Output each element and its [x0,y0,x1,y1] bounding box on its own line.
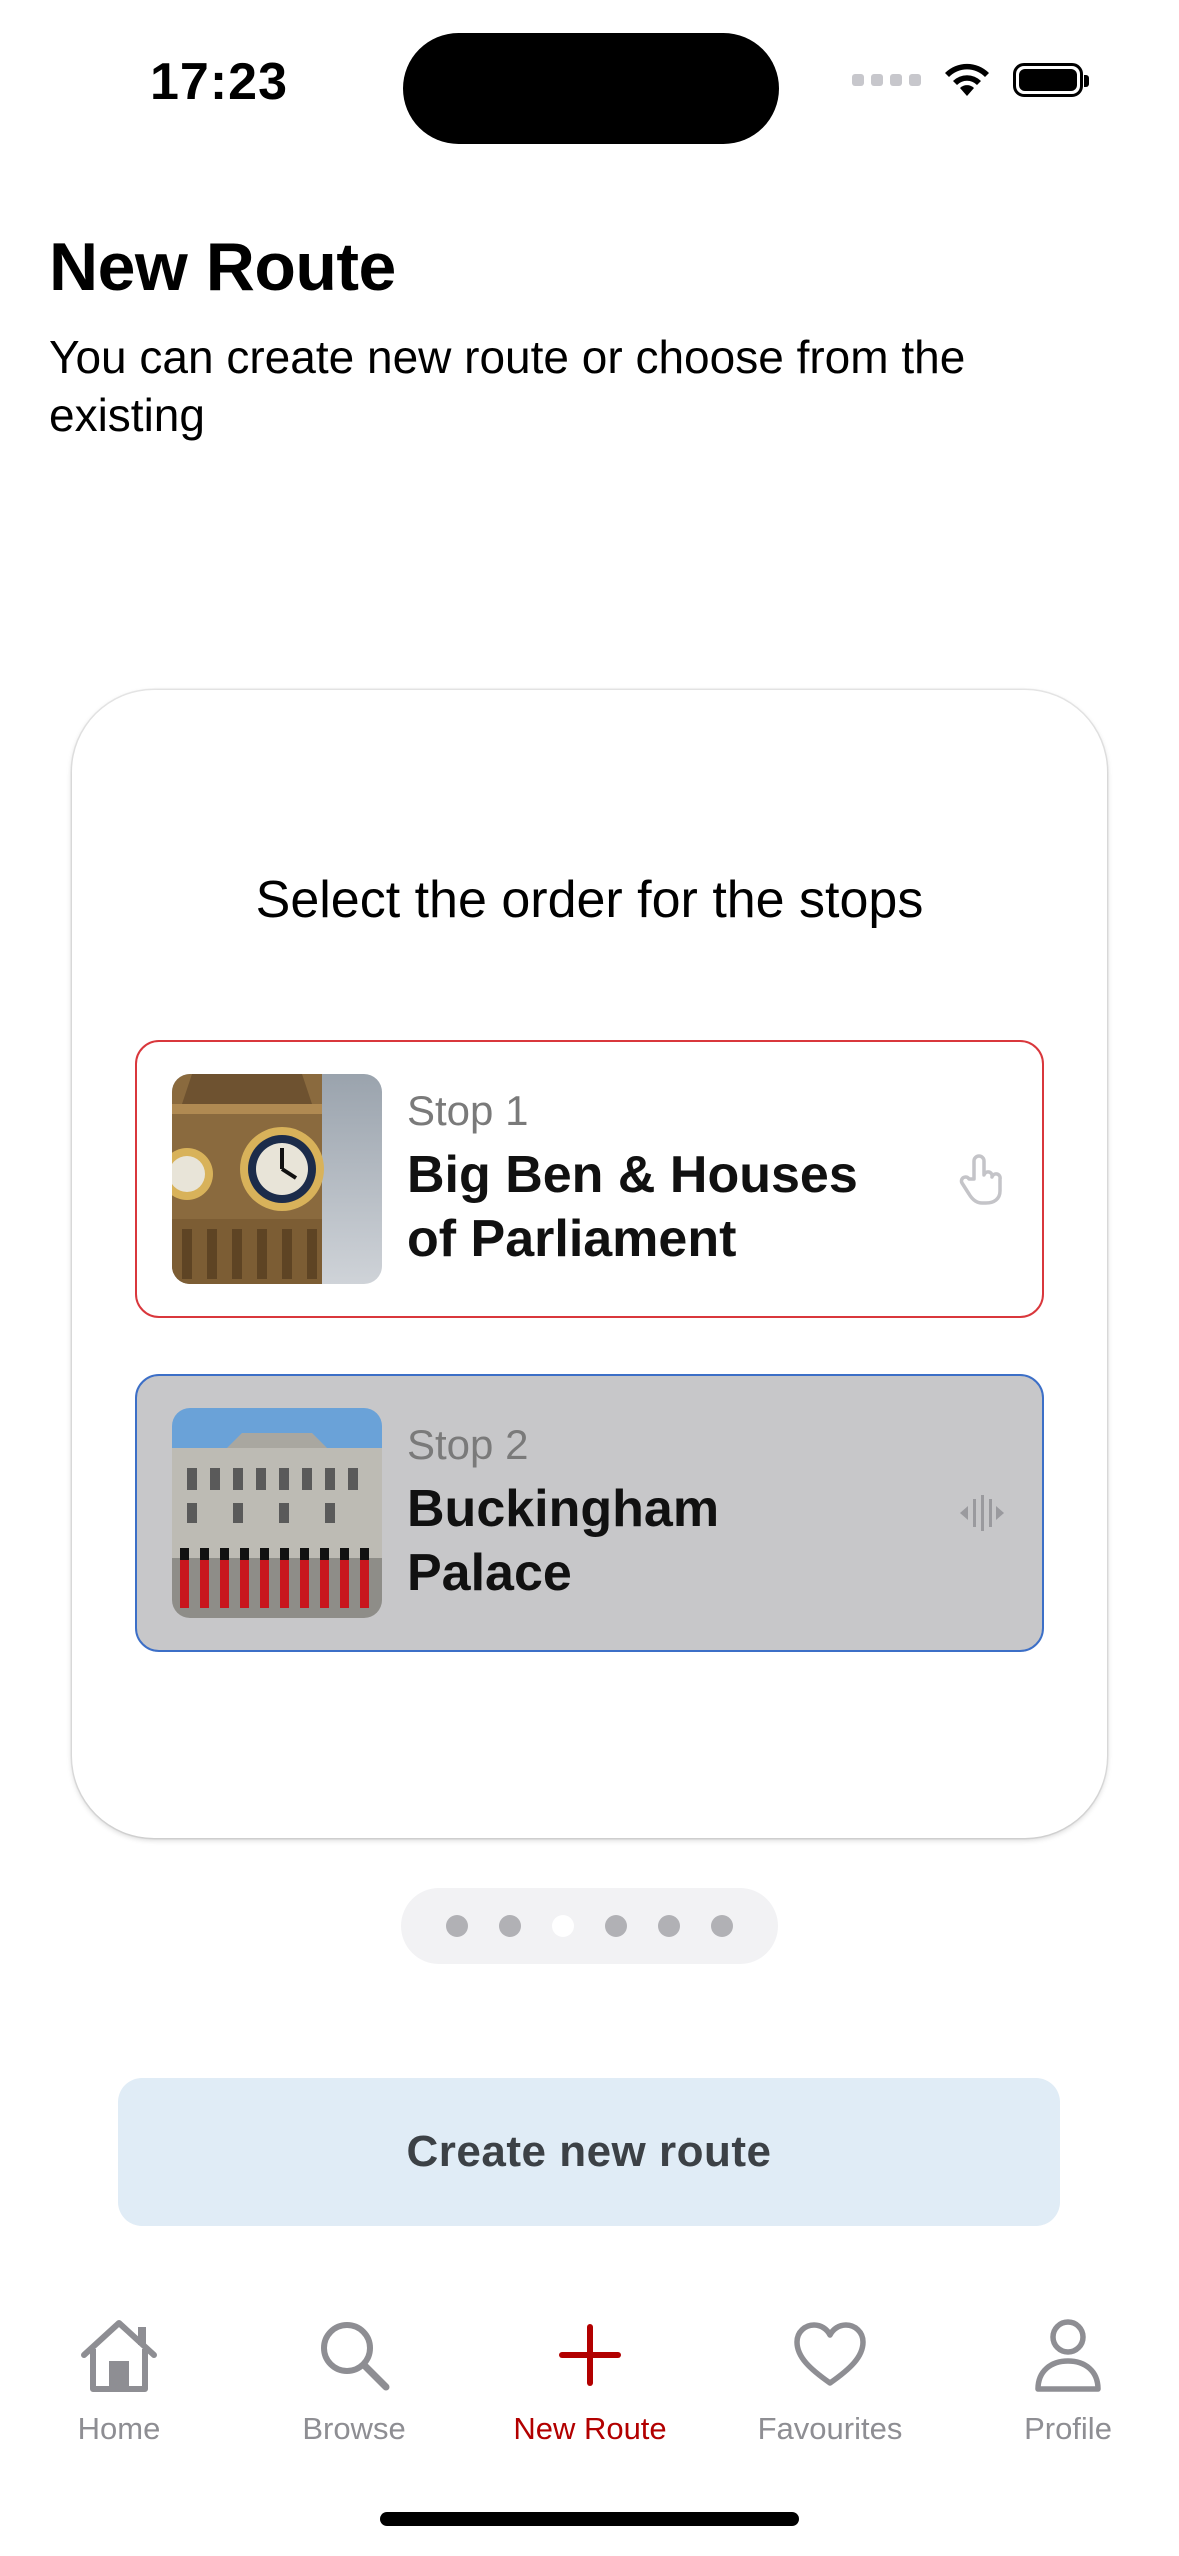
big-ben-image [172,1074,382,1284]
tab-browse[interactable]: Browse [254,2315,454,2447]
stop-item-1[interactable]: Stop 1 Big Ben & Houses of Parliament [135,1040,1044,1318]
drag-handle-icon[interactable] [952,1483,1012,1543]
buckingham-palace-image [172,1408,382,1618]
tab-label: New Route [513,2411,667,2446]
tab-label: Favourites [757,2411,903,2446]
tab-bar: Home Browse New Route Favourites Profile [0,2315,1179,2465]
battery-icon [1013,63,1089,97]
page-dot[interactable] [499,1915,521,1937]
stop-label: Stop 2 [407,1421,529,1468]
status-icons [852,62,1089,98]
status-time: 17:23 [150,53,288,111]
page-indicator[interactable] [401,1888,778,1964]
tab-label: Browse [302,2411,406,2446]
search-icon [321,2322,390,2391]
tab-profile[interactable]: Profile [968,2315,1168,2447]
page-dot[interactable] [605,1915,627,1937]
tab-favourites[interactable]: Favourites [730,2315,930,2447]
stop-label: Stop 1 [407,1087,529,1134]
stop-name: Big Ben & Houses of Parliament [407,1146,858,1268]
tab-label: Home [77,2411,161,2446]
stop-name: Buckingham Palace [407,1480,720,1602]
tab-label: Profile [1024,2411,1112,2446]
heart-icon [794,2322,866,2386]
dynamic-island [403,33,779,144]
page-dot[interactable] [711,1915,733,1937]
stop-item-2[interactable]: Stop 2 Buckingham Palace [135,1374,1044,1652]
tab-home[interactable]: Home [19,2315,219,2447]
home-indicator[interactable] [380,2512,799,2526]
page-dot[interactable] [446,1915,468,1937]
profile-icon [1035,2319,1101,2392]
tap-hand-icon[interactable] [952,1149,1012,1209]
wifi-icon [945,63,989,96]
page-title: New Route [49,229,396,305]
route-order-card: Select the order for the stops Stop 1 Bi… [72,690,1107,1838]
plus-icon [559,2324,621,2386]
signal-icon [852,74,921,86]
tab-new-route[interactable]: New Route [490,2315,690,2447]
page-dot-active[interactable] [552,1915,574,1937]
page-dot[interactable] [658,1915,680,1937]
home-icon [81,2320,157,2392]
page-subtitle: You can create new route or choose from … [49,331,966,441]
card-heading: Select the order for the stops [255,871,924,929]
create-new-route-button[interactable]: Create new route [118,2078,1060,2226]
